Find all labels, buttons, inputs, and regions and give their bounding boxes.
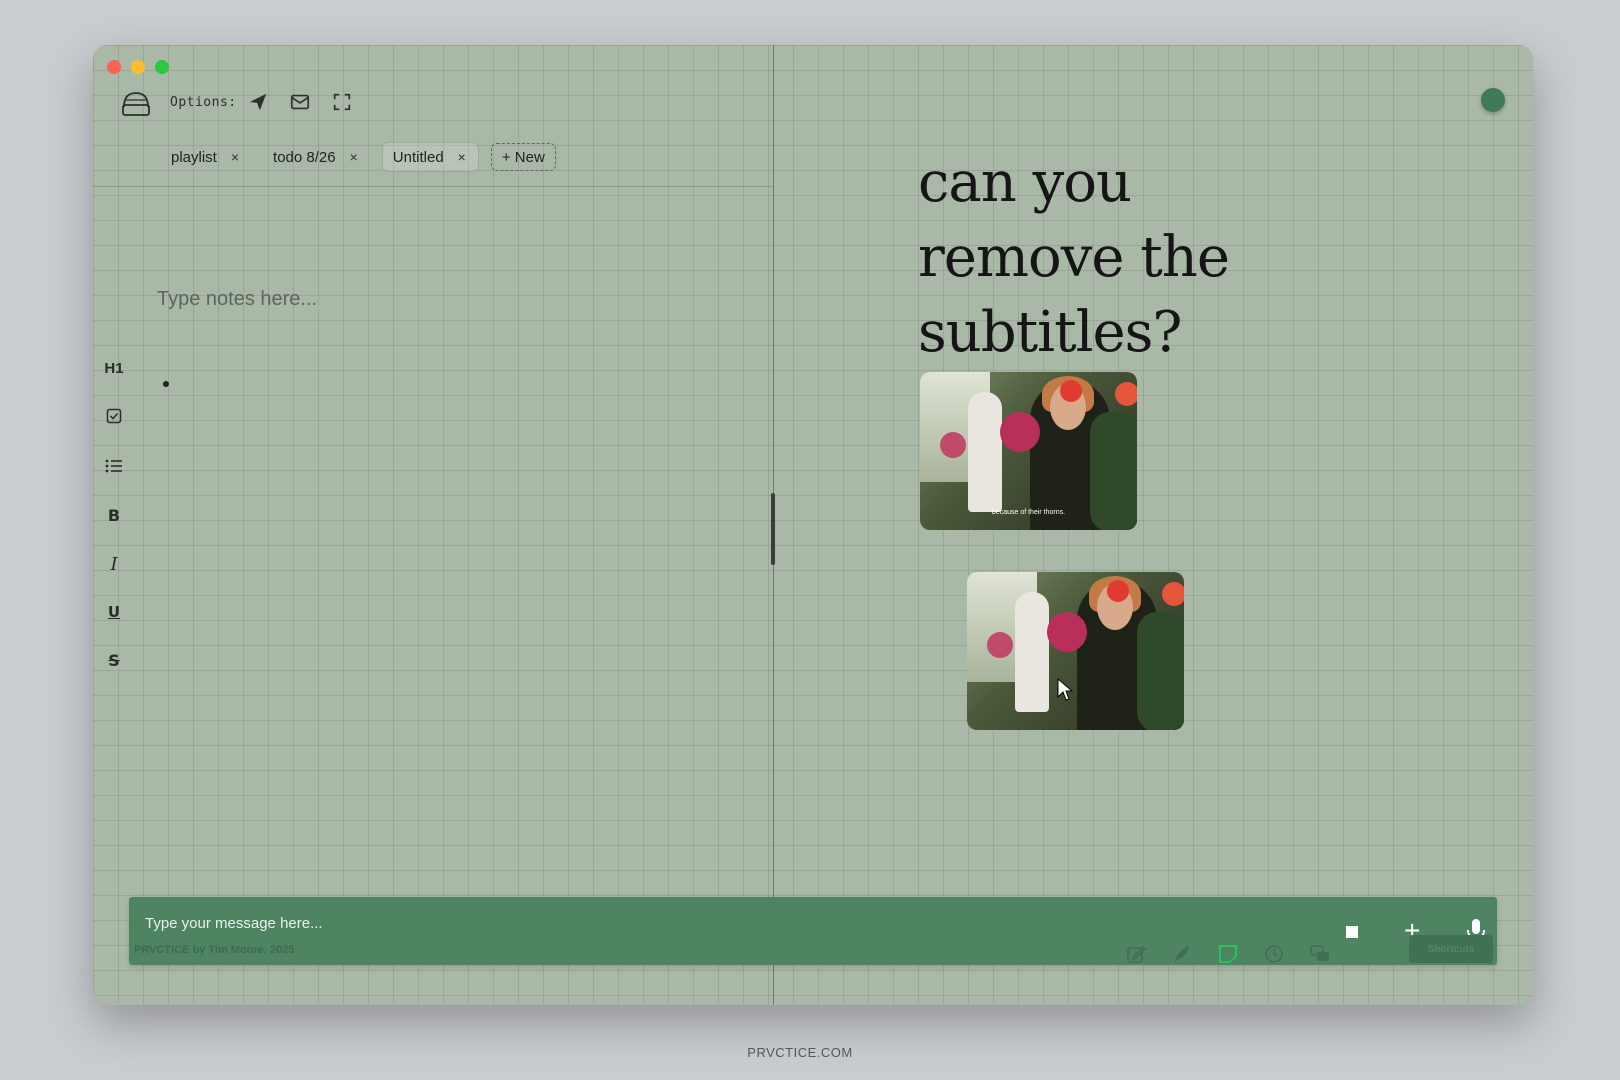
italic-button[interactable]: I	[99, 554, 129, 575]
bullet-list-icon[interactable]	[99, 458, 129, 474]
new-tab-button[interactable]: + New	[490, 143, 556, 171]
close-icon[interactable]: ×	[350, 149, 358, 165]
close-icon[interactable]: ×	[231, 149, 239, 165]
tab-todo[interactable]: todo 8/26 ×	[263, 143, 370, 171]
notes-editor[interactable]: Type notes here...	[157, 288, 317, 311]
message-input[interactable]: Type your message here...	[145, 915, 323, 932]
fullscreen-icon[interactable]	[331, 91, 353, 113]
options-label: Options:	[170, 95, 237, 110]
checkbox-icon[interactable]	[99, 408, 129, 424]
resize-handle[interactable]	[771, 493, 775, 565]
compose-icon[interactable]	[1125, 943, 1147, 965]
heading-button[interactable]: H1	[99, 360, 129, 377]
original-image[interactable]: because of their thorns.	[920, 372, 1137, 530]
tab-untitled[interactable]: Untitled ×	[381, 142, 479, 172]
chat-bubbles-icon[interactable]	[1309, 943, 1331, 965]
bold-button[interactable]: B	[99, 506, 129, 525]
tab-label: Untitled	[392, 148, 444, 166]
mail-icon[interactable]	[289, 91, 311, 113]
feather-icon[interactable]	[1171, 943, 1193, 965]
chat-bar: Type your message here... PRVCTICE by Ti…	[129, 897, 1497, 965]
subtitle-text: because of their thorns.	[991, 509, 1066, 516]
window-controls	[107, 60, 169, 74]
credit-text: PRVCTICE by Tim Moore, 2025	[134, 944, 295, 956]
chat-question: can you remove the subtitles?	[918, 150, 1230, 365]
tab-playlist[interactable]: playlist ×	[161, 143, 251, 171]
mouse-cursor-icon	[1057, 678, 1073, 701]
history-icon[interactable]	[1263, 943, 1285, 965]
list-bullet	[163, 381, 169, 387]
edited-image[interactable]	[967, 572, 1184, 730]
site-footer: PRVCTICE.COM	[747, 1045, 853, 1060]
close-icon[interactable]: ×	[458, 149, 466, 165]
app-window: Options: playlist × todo 8/26 × Untitled…	[93, 45, 1533, 1005]
underline-button[interactable]: U	[99, 603, 129, 621]
note-icon[interactable]	[1217, 943, 1239, 965]
tab-bar-divider	[93, 186, 773, 187]
strikethrough-button[interactable]: S	[99, 651, 129, 670]
close-window-button[interactable]	[107, 60, 121, 74]
stop-button[interactable]	[1346, 926, 1358, 938]
app-logo-icon[interactable]	[120, 87, 152, 119]
tab-label: playlist	[171, 148, 217, 166]
tab-bar: playlist × todo 8/26 × Untitled × + New	[161, 142, 556, 172]
tab-label: todo 8/26	[273, 148, 336, 166]
minimize-window-button[interactable]	[131, 60, 145, 74]
send-icon[interactable]	[247, 91, 269, 113]
maximize-window-button[interactable]	[155, 60, 169, 74]
shortcuts-button[interactable]: Shortcuts	[1409, 935, 1493, 963]
status-indicator[interactable]	[1481, 88, 1505, 112]
